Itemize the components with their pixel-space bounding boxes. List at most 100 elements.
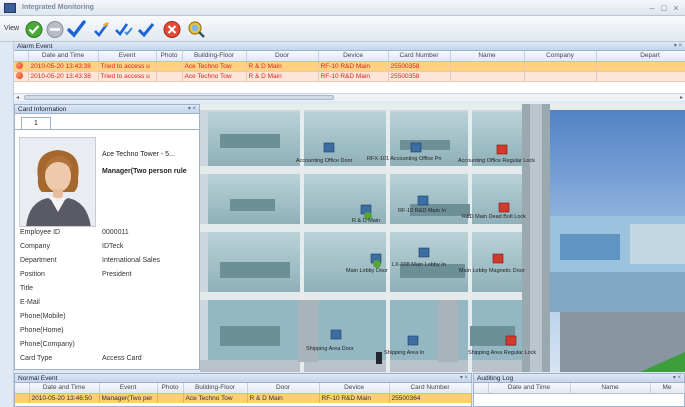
window-title: Integrated Monitoring bbox=[22, 4, 94, 11]
cell: Ace Techno Tow bbox=[183, 393, 248, 403]
col-header[interactable]: Door bbox=[247, 383, 320, 394]
map-label[interactable]: RF-10 R&D Main In bbox=[398, 208, 446, 214]
field-label: Department bbox=[20, 257, 57, 264]
col-header[interactable]: Event bbox=[99, 383, 158, 394]
card-panel-title: Card Information bbox=[18, 106, 67, 113]
alarm-header-row: Date and Time Event Photo Building-Floor… bbox=[14, 51, 685, 62]
col-header[interactable]: Device bbox=[319, 383, 390, 394]
field-label: Position bbox=[20, 271, 45, 278]
cell bbox=[596, 71, 685, 82]
map-label[interactable]: R&D Main Dead Bolt Lock bbox=[462, 214, 526, 220]
col-header[interactable]: Date and Time bbox=[28, 51, 99, 62]
cell bbox=[450, 61, 525, 72]
tab-divider bbox=[15, 129, 199, 130]
toolbar: View bbox=[0, 16, 685, 42]
col-header[interactable]: Device bbox=[318, 51, 389, 62]
check-multi-icon[interactable] bbox=[114, 20, 134, 39]
scroll-right-icon[interactable]: ▸ bbox=[680, 94, 683, 101]
audit-panel-header: Auditing Log ▾ × bbox=[474, 374, 684, 383]
col-header[interactable]: Photo bbox=[156, 51, 183, 62]
cell: R & D Main bbox=[247, 393, 320, 403]
pin-close-icons[interactable]: ▾ × bbox=[673, 374, 681, 383]
scroll-left-icon[interactable]: ◂ bbox=[16, 94, 19, 101]
check-blue-icon[interactable] bbox=[66, 20, 86, 39]
col-header[interactable]: Card Number bbox=[389, 383, 472, 394]
col-header[interactable]: Date and Time bbox=[29, 383, 100, 394]
view-menu[interactable]: View bbox=[4, 25, 19, 32]
col-header[interactable]: Date and Time bbox=[488, 383, 571, 394]
map-label[interactable]: Accounting Office Door bbox=[296, 158, 352, 164]
cell: R & D Main bbox=[246, 71, 319, 82]
pin-close-icons[interactable]: ▾ × bbox=[460, 374, 468, 383]
col-header[interactable]: Company bbox=[524, 51, 597, 62]
cancel-icon[interactable] bbox=[162, 20, 182, 39]
map-label[interactable]: Shipping Area In bbox=[384, 350, 424, 356]
row-indicator-header bbox=[14, 51, 29, 62]
row-indicator-header bbox=[474, 383, 489, 394]
cell bbox=[450, 71, 525, 82]
col-header[interactable]: Name bbox=[450, 51, 525, 62]
table-row[interactable]: 2010-05-20 13:43:38 Tried to access u Ac… bbox=[14, 71, 685, 82]
scrollbar-thumb[interactable] bbox=[24, 95, 334, 100]
cell: RF-10 R&D Main bbox=[318, 71, 389, 82]
cell: 2010-05-20 13:43:38 bbox=[28, 71, 99, 82]
map-label[interactable]: Shipping Area Regular Lock bbox=[468, 350, 536, 356]
alarm-grid-container: Date and Time Event Photo Building-Floor… bbox=[14, 51, 685, 93]
maximize-icon[interactable]: □ bbox=[658, 2, 670, 14]
col-header[interactable]: Card Number bbox=[388, 51, 451, 62]
cell: RF-10 R&D Main bbox=[318, 61, 389, 72]
cell: Ace Techno Tow bbox=[182, 71, 247, 82]
map-label[interactable]: Shipping Area Door bbox=[306, 346, 354, 352]
col-header[interactable]: Name bbox=[570, 383, 651, 394]
search-icon[interactable] bbox=[186, 20, 206, 39]
col-header[interactable]: Building-Floor bbox=[182, 51, 247, 62]
map-label[interactable]: LX-008 Main Lobby In bbox=[392, 262, 446, 268]
map-label[interactable]: Accounting Office Regular Lock bbox=[458, 158, 535, 164]
map-label[interactable]: Main Lobby Door bbox=[346, 268, 388, 274]
cell: 25500358 bbox=[388, 71, 451, 82]
edit-check-icon[interactable] bbox=[92, 20, 112, 39]
field-label: Phone(Company) bbox=[20, 341, 75, 348]
check-green-icon[interactable] bbox=[24, 20, 44, 39]
cell: RF-10 R&D Main bbox=[319, 393, 390, 403]
map-label[interactable]: RFX-101 Accounting Office Pn bbox=[367, 156, 442, 162]
alarm-dot-icon bbox=[16, 72, 23, 80]
col-header[interactable]: Photo bbox=[157, 383, 184, 394]
col-header[interactable]: Depart bbox=[596, 51, 685, 62]
disabled-icon[interactable] bbox=[45, 20, 65, 39]
audit-panel-title: Auditing Log bbox=[477, 375, 514, 382]
pin-close-icons[interactable]: ▾ × bbox=[674, 42, 682, 51]
map-label[interactable]: Main Lobby Magnetic Door bbox=[459, 268, 525, 274]
field-label: Card Type bbox=[20, 355, 53, 362]
alarm-dot-icon bbox=[16, 62, 23, 70]
cell bbox=[524, 61, 597, 72]
field-value: President bbox=[102, 271, 132, 278]
col-header[interactable]: Building-Floor bbox=[183, 383, 248, 394]
field-label: Phone(Home) bbox=[20, 327, 64, 334]
minimize-icon[interactable]: – bbox=[646, 2, 658, 14]
card-panel-header: Card Information ▾ × bbox=[15, 105, 199, 114]
col-header[interactable]: Me bbox=[650, 383, 685, 394]
card-info-panel: Card Information ▾ × 1 Ace Techno Tower … bbox=[14, 104, 200, 370]
tab-1[interactable]: 1 bbox=[21, 117, 51, 129]
cell: Manager(Two per bbox=[99, 393, 158, 403]
field-value: 0000011 bbox=[102, 229, 129, 236]
card-holder-type: Manager(Two person rule bbox=[102, 168, 187, 175]
col-header[interactable]: Door bbox=[246, 51, 319, 62]
map-label[interactable]: R & D Main bbox=[352, 218, 380, 224]
building-name: Ace Techno Tower - 5... bbox=[102, 151, 175, 158]
cell: 2010-05-20 13:43:38 bbox=[28, 61, 99, 72]
pin-close-icons[interactable]: ▾ × bbox=[188, 105, 196, 114]
horizontal-scrollbar[interactable]: ◂ ▸ bbox=[14, 93, 685, 101]
check-icon[interactable] bbox=[136, 20, 156, 39]
cell: Tried to access u bbox=[98, 71, 157, 82]
normal-event-panel: Normal Event ▾ × Date and Time Event Pho… bbox=[14, 373, 472, 407]
employee-photo bbox=[19, 137, 96, 227]
table-row[interactable]: 2010-05-20 13:43:38 Tried to access u Ac… bbox=[14, 61, 685, 72]
building-3d-view[interactable]: Accounting Office Door RFX-101 Accountin… bbox=[200, 104, 685, 372]
table-row[interactable]: 2010-05-20 13:46:50 Manager(Two per Ace … bbox=[15, 393, 472, 403]
alarm-table: Date and Time Event Photo Building-Floor… bbox=[14, 51, 685, 82]
col-header[interactable]: Event bbox=[98, 51, 157, 62]
field-value: International Sales bbox=[102, 257, 160, 264]
close-icon[interactable]: × bbox=[670, 2, 682, 14]
